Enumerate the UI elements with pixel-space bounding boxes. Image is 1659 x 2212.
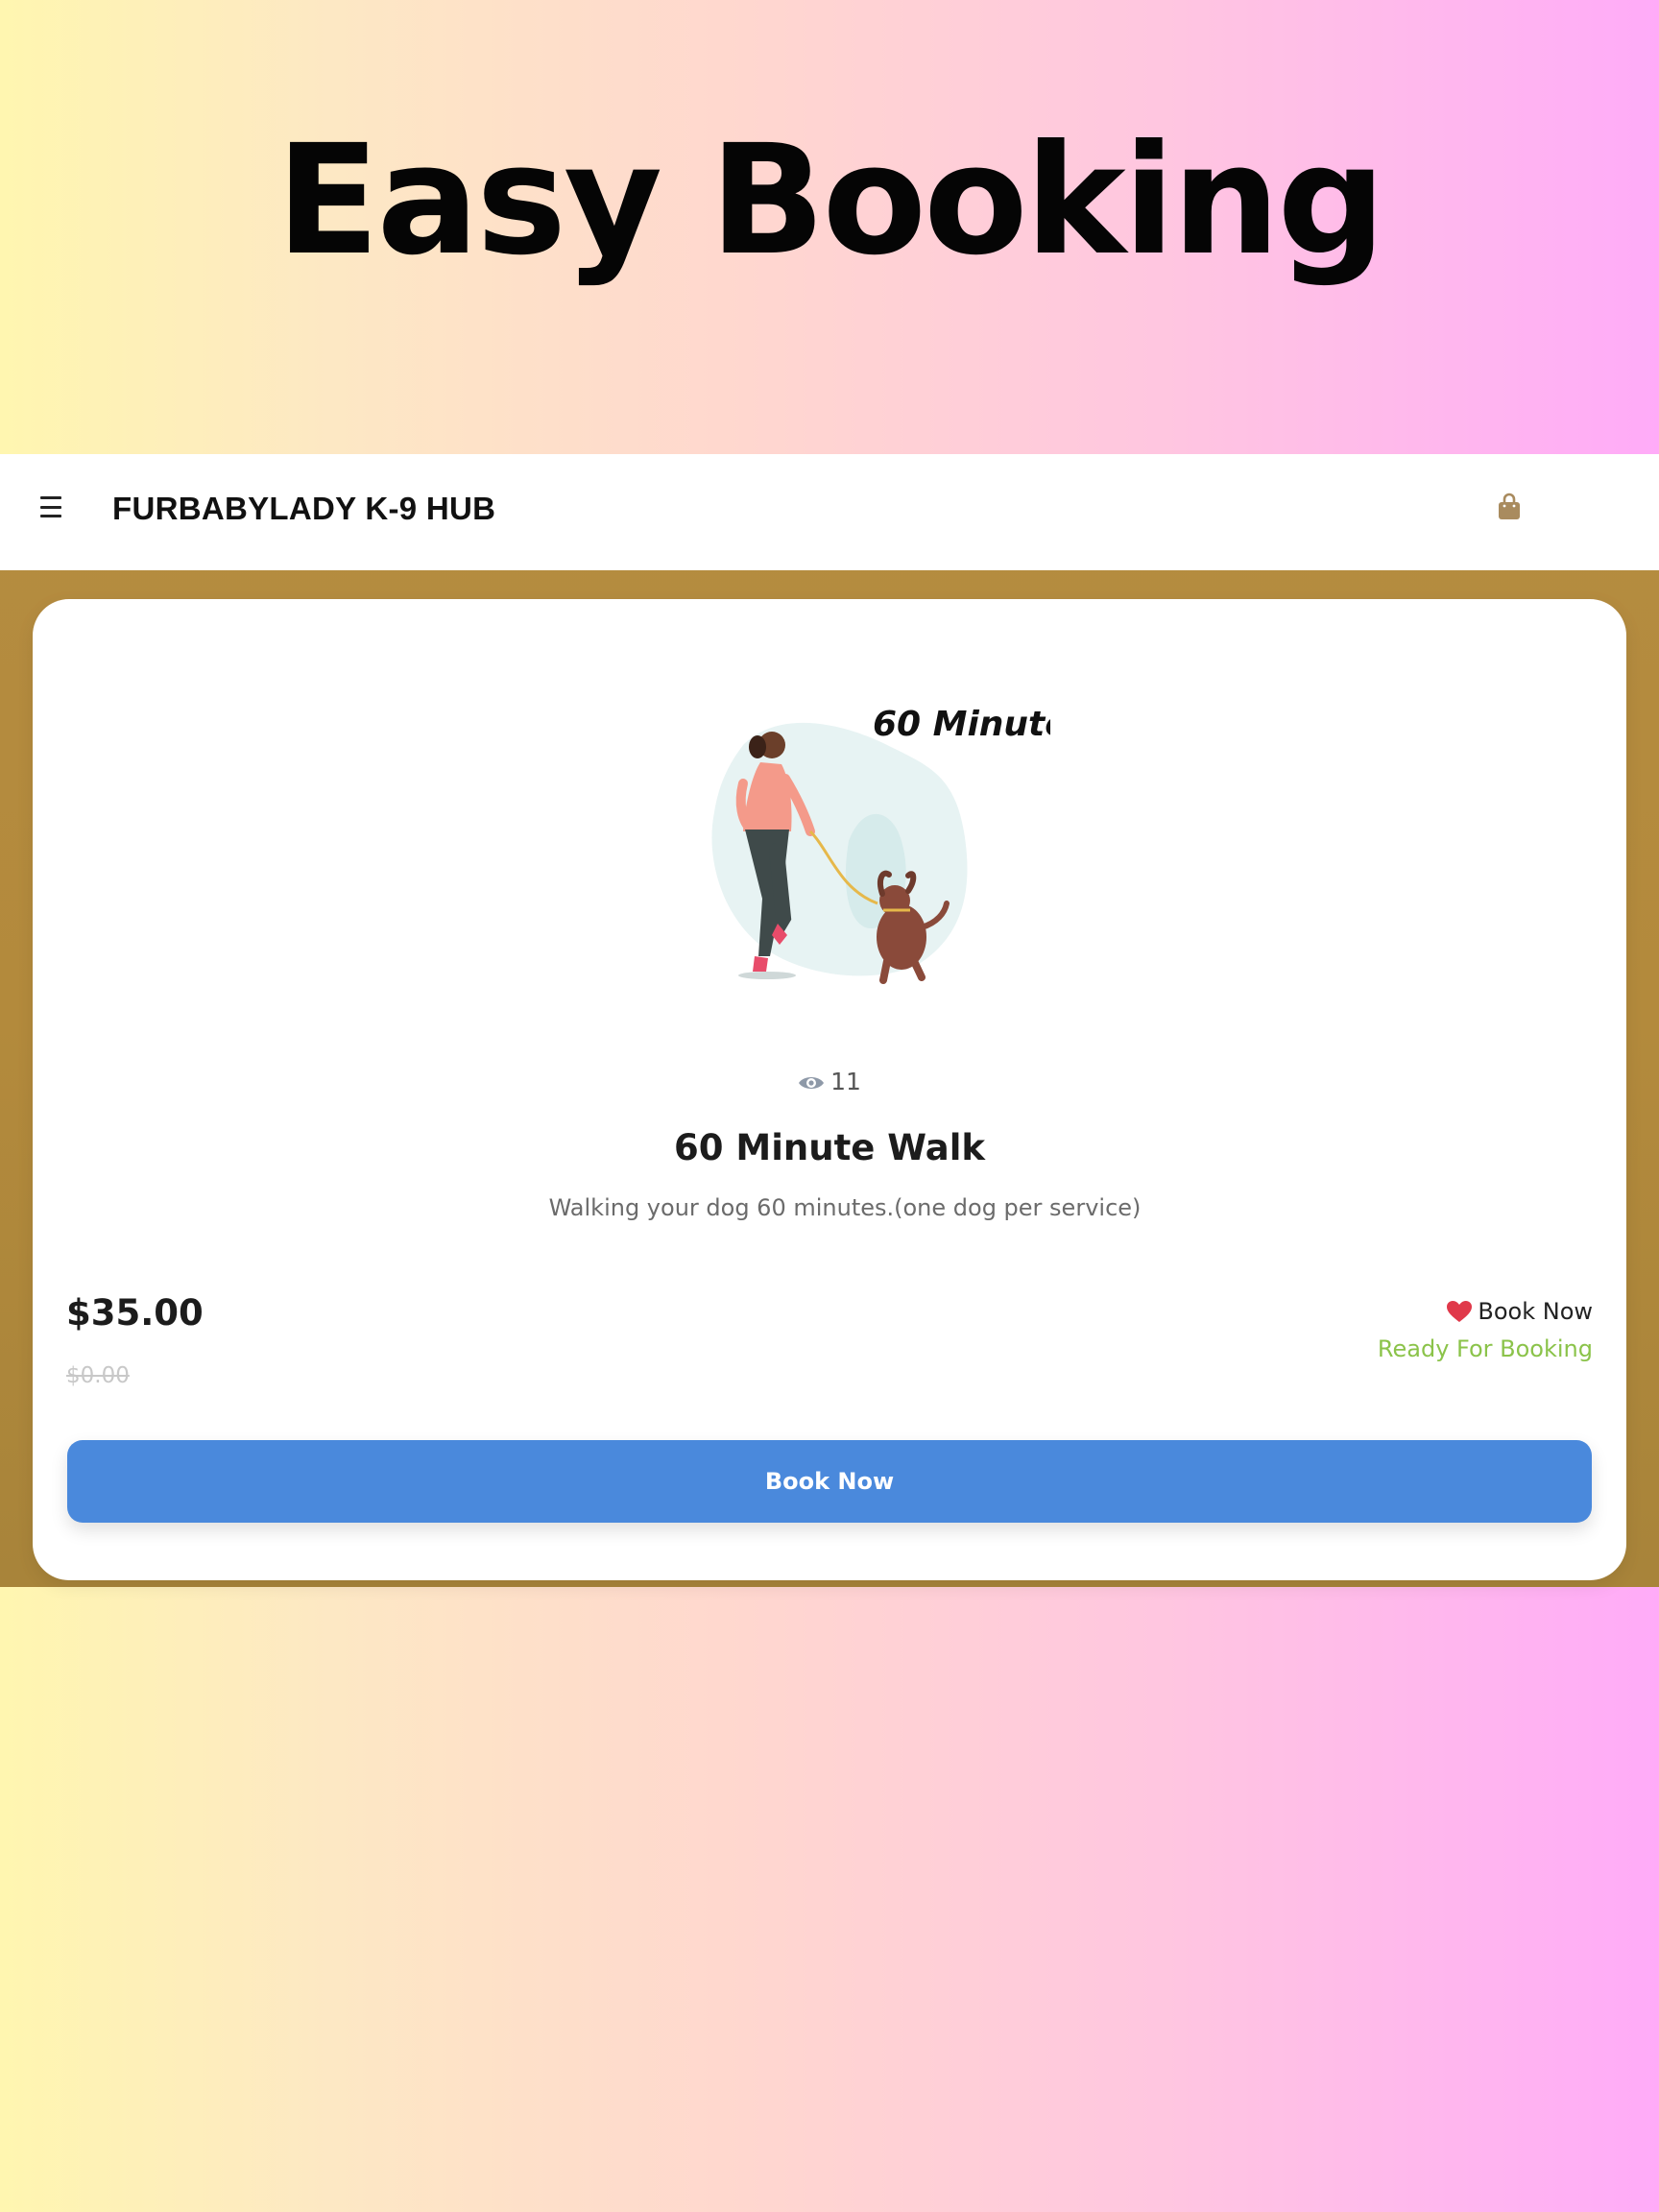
promo-headline: Easy Booking bbox=[276, 112, 1386, 289]
shopping-bag-icon[interactable] bbox=[1497, 493, 1522, 521]
view-count-value: 11 bbox=[830, 1068, 861, 1095]
booking-status: Ready For Booking bbox=[1377, 1335, 1593, 1362]
image-caption: 60 Minutes bbox=[873, 705, 1050, 744]
service-title: 60 Minute Walk bbox=[674, 1127, 985, 1168]
heart-icon bbox=[1447, 1300, 1473, 1322]
service-price: $35.00 bbox=[66, 1292, 204, 1334]
top-navbar: FURBABYLADY K-9 HUB bbox=[0, 454, 1659, 570]
view-count: 11 bbox=[33, 1068, 1626, 1095]
hamburger-menu-icon[interactable] bbox=[40, 496, 63, 517]
book-now-tag-label: Book Now bbox=[1478, 1298, 1593, 1325]
service-card: 60 Minutes bbox=[33, 599, 1626, 1580]
brand-name[interactable]: FURBABYLADY K-9 HUB bbox=[112, 491, 495, 527]
dog-walker-illustration: 60 Minutes bbox=[711, 705, 1050, 984]
eye-icon bbox=[799, 1077, 825, 1089]
book-now-button[interactable]: Book Now bbox=[67, 1440, 1592, 1523]
book-now-tag[interactable]: Book Now bbox=[1447, 1298, 1593, 1325]
original-price: $0.00 bbox=[66, 1363, 130, 1388]
app-screen: FURBABYLADY K-9 HUB 60 Minutes bbox=[0, 454, 1659, 1587]
service-description: Walking your dog 60 minutes.(one dog per… bbox=[548, 1194, 1142, 1221]
